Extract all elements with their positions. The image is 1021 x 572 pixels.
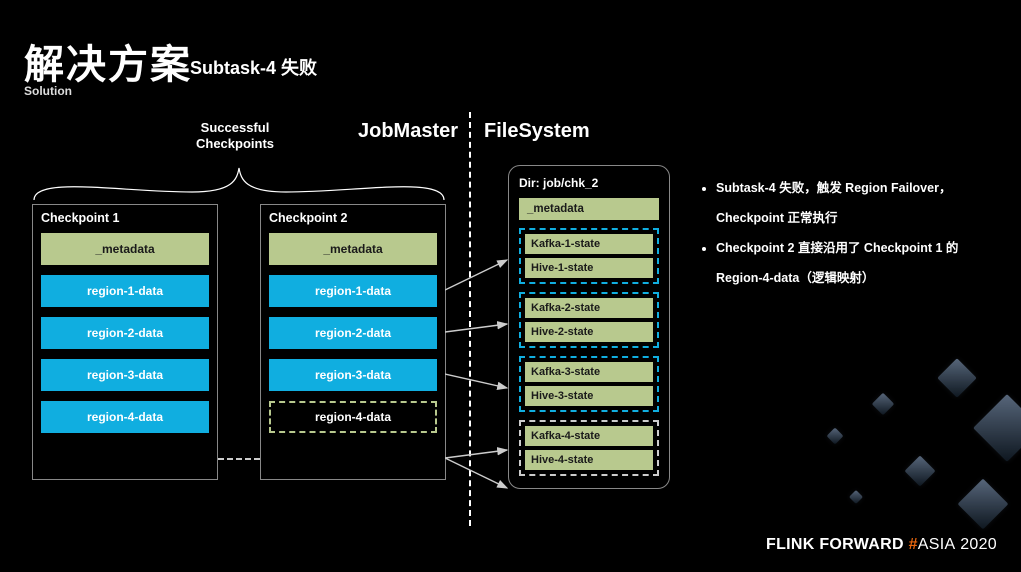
page-subtitle-en: Solution: [24, 84, 72, 98]
fs-hive-2-state: Hive-2-state: [525, 322, 653, 342]
footer-year: 2020: [960, 536, 997, 553]
chk2-metadata: _metadata: [269, 233, 437, 265]
chk1-region-3: region-3-data: [41, 359, 209, 391]
footer-asia: ASIA: [918, 536, 956, 553]
reuse-link-dashed: [218, 458, 260, 460]
checkpoint-1-box: Checkpoint 1 _metadata region-1-data reg…: [32, 204, 218, 480]
fs-kafka-4-state: Kafka-4-state: [525, 426, 653, 446]
vertical-divider: [469, 112, 471, 526]
filesystem-group-2: Kafka-2-state Hive-2-state: [519, 292, 659, 348]
explanation-bullets: Subtask-4 失败，触发 Region Failover，Checkpoi…: [700, 173, 1000, 293]
checkpoint-2-box: Checkpoint 2 _metadata region-1-data reg…: [260, 204, 446, 480]
checkpoint-2-title: Checkpoint 2: [269, 211, 437, 225]
successful-line2: Checkpoints: [196, 136, 274, 151]
filesystem-panel: Dir: job/chk_2 _metadata Kafka-1-state H…: [508, 165, 670, 489]
chk2-region-1: region-1-data: [269, 275, 437, 307]
filesystem-metadata: _metadata: [519, 198, 659, 220]
fs-kafka-1-state: Kafka-1-state: [525, 234, 653, 254]
fs-hive-3-state: Hive-3-state: [525, 386, 653, 406]
decorative-crystals: [781, 312, 1021, 532]
chk2-region-2: region-2-data: [269, 317, 437, 349]
filesystem-group-3: Kafka-3-state Hive-3-state: [519, 356, 659, 412]
chk1-region-1: region-1-data: [41, 275, 209, 307]
slide: 解决方案 Solution Subtask-4 失败 JobMaster Fil…: [0, 0, 1021, 572]
filesystem-group-4: Kafka-4-state Hive-4-state: [519, 420, 659, 476]
footer-hash: #: [909, 536, 918, 553]
page-title: 解决方案: [24, 32, 192, 90]
fs-hive-1-state: Hive-1-state: [525, 258, 653, 278]
bullet-2: Checkpoint 2 直接沿用了 Checkpoint 1 的 Region…: [716, 233, 1000, 293]
footer-logo: FLINK FORWARD #ASIA 2020: [766, 536, 997, 554]
chk2-region-4: region-4-data: [269, 401, 437, 433]
filesystem-label: FileSystem: [484, 120, 590, 143]
brace-icon: [32, 156, 446, 202]
chk1-region-2: region-2-data: [41, 317, 209, 349]
fs-kafka-3-state: Kafka-3-state: [525, 362, 653, 382]
successful-line1: Successful: [201, 120, 270, 135]
chk2-region-3: region-3-data: [269, 359, 437, 391]
filesystem-dir: Dir: job/chk_2: [519, 176, 659, 190]
footer-brand: FLINK FORWARD: [766, 536, 904, 553]
filesystem-group-1: Kafka-1-state Hive-1-state: [519, 228, 659, 284]
chk1-metadata: _metadata: [41, 233, 209, 265]
checkpoint-1-title: Checkpoint 1: [41, 211, 209, 225]
scenario-label: Subtask-4 失败: [190, 54, 317, 80]
successful-checkpoints-label: Successful Checkpoints: [180, 120, 290, 151]
jobmaster-label: JobMaster: [358, 120, 458, 143]
bullet-1: Subtask-4 失败，触发 Region Failover，Checkpoi…: [716, 173, 1000, 233]
fs-hive-4-state: Hive-4-state: [525, 450, 653, 470]
fs-kafka-2-state: Kafka-2-state: [525, 298, 653, 318]
chk1-region-4: region-4-data: [41, 401, 209, 433]
